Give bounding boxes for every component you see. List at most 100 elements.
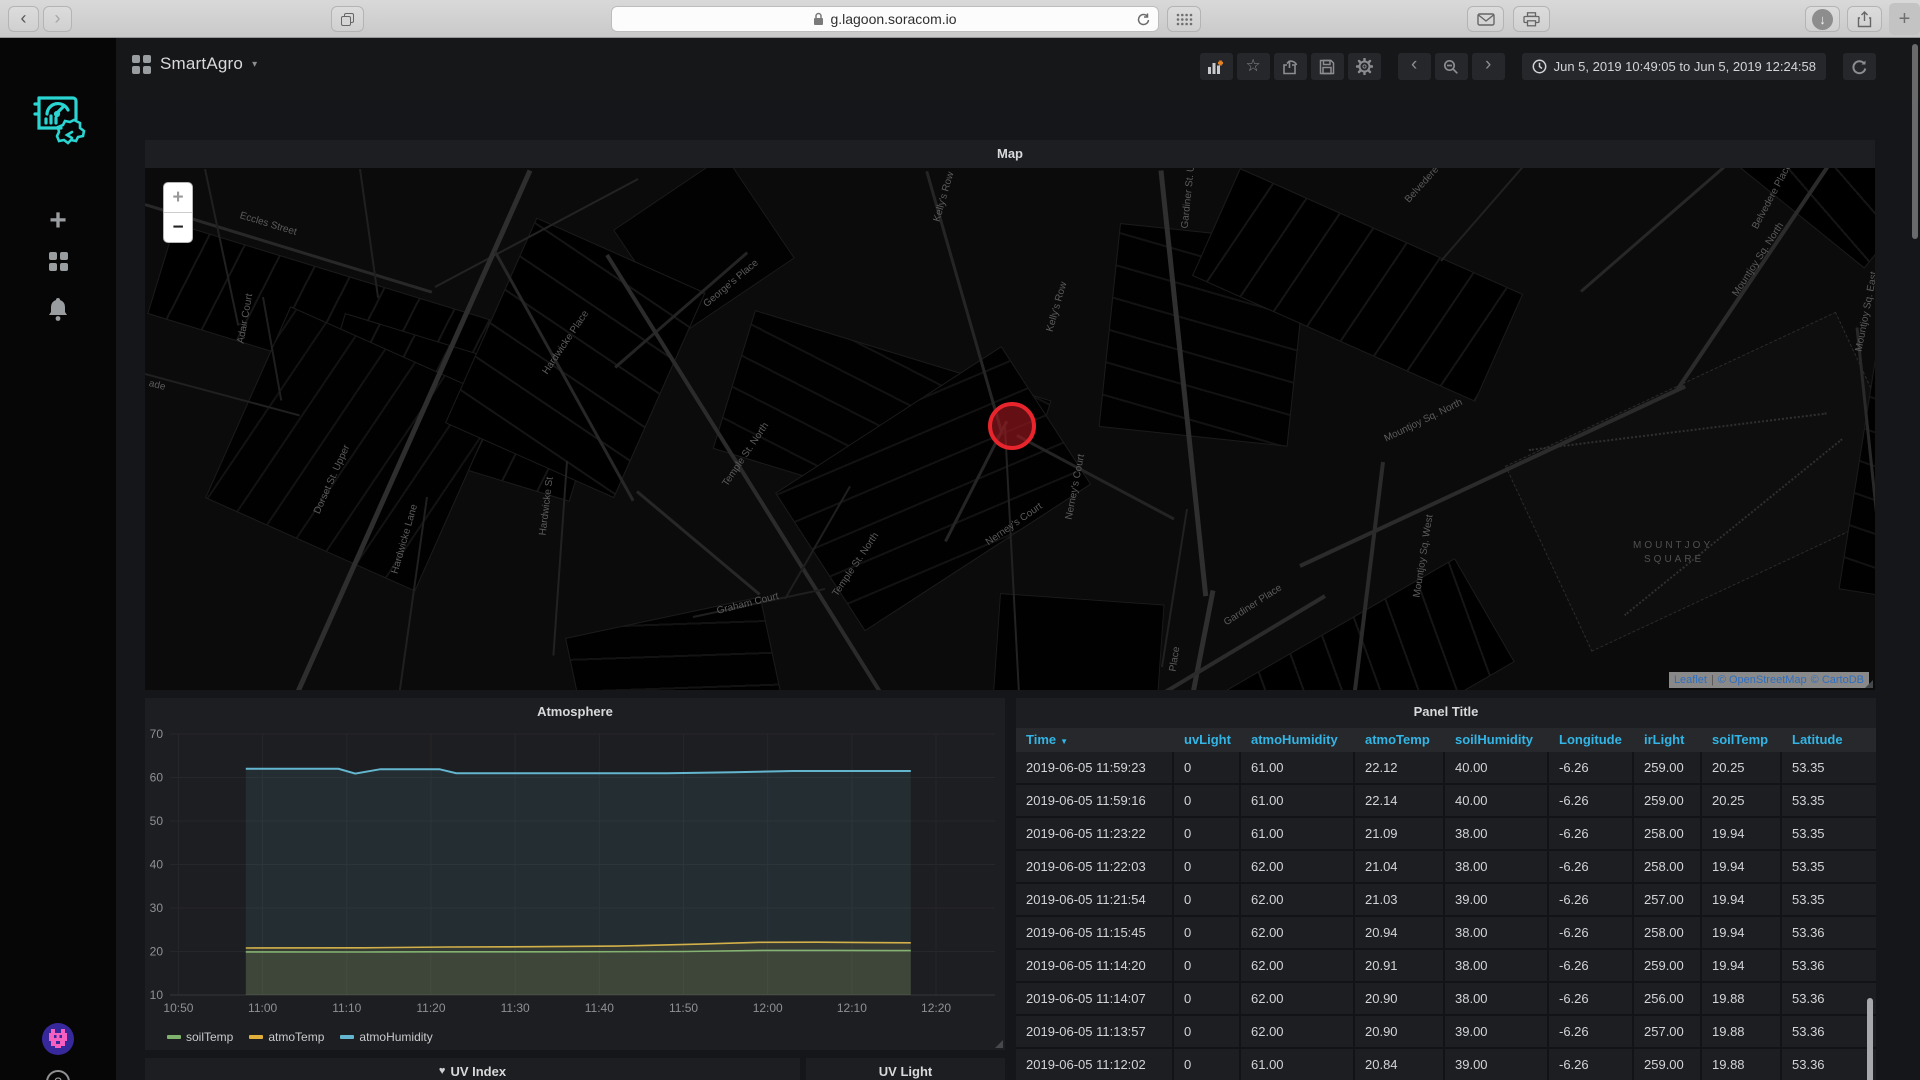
table-cell: 259.00 <box>1634 1049 1702 1080</box>
table-cell: 53.35 <box>1782 785 1876 818</box>
uv-light-panel-title[interactable]: UV Light <box>806 1058 1005 1080</box>
save-dashboard-button[interactable] <box>1311 53 1344 80</box>
street-label: Mountjoy Sq. East <box>1854 271 1875 353</box>
star-dashboard-button[interactable]: ☆ <box>1237 53 1270 80</box>
table-cell: 19.88 <box>1702 983 1782 1016</box>
time-range-picker[interactable]: Jun 5, 2019 10:49:05 to Jun 5, 2019 12:2… <box>1522 53 1826 80</box>
share-dashboard-button[interactable] <box>1274 53 1307 80</box>
table-cell: 20.91 <box>1355 950 1445 983</box>
page-scrollbar[interactable] <box>1912 44 1918 239</box>
street-label: Gardiner St. Upper <box>1180 168 1200 229</box>
y-axis-tick: 40 <box>150 858 164 872</box>
dashboards-grid-icon <box>49 252 68 271</box>
dashboard-navbar: SmartAgro ▾ ☆ <box>116 38 1920 100</box>
column-header-atmoHumidity[interactable]: atmoHumidity <box>1241 728 1355 752</box>
uv-index-panel-title[interactable]: ♥ UV Index <box>145 1058 800 1080</box>
tab-overview-button[interactable] <box>331 6 364 32</box>
map-street <box>1440 168 1589 262</box>
panel-resize-handle[interactable] <box>995 1040 1003 1048</box>
mail-button[interactable] <box>1467 6 1504 32</box>
legend-item-atmoTemp[interactable]: atmoTemp <box>249 1030 324 1044</box>
uv-light-panel: UV Light <box>806 1058 1005 1080</box>
add-panel-button[interactable] <box>1200 53 1233 80</box>
table-cell: 2019-06-05 11:12:02 <box>1016 1049 1174 1080</box>
column-header-irLight[interactable]: irLight <box>1634 728 1702 752</box>
map-zoom-out-button[interactable]: − <box>164 213 192 243</box>
y-axis-tick: 20 <box>150 945 164 959</box>
user-avatar[interactable] <box>0 1022 116 1056</box>
map-zoom-in-button[interactable]: + <box>164 183 192 213</box>
table-cell: 0 <box>1174 950 1241 983</box>
table-cell: 0 <box>1174 1016 1241 1049</box>
help-button[interactable]: ? <box>0 1070 116 1080</box>
x-axis-tick: 11:20 <box>416 1001 445 1015</box>
time-back-button[interactable]: ‹ <box>1398 53 1431 80</box>
dashboard-title[interactable]: SmartAgro <box>160 54 243 74</box>
table-panel-title[interactable]: Panel Title <box>1016 698 1876 724</box>
zoom-out-time-button[interactable] <box>1435 53 1468 80</box>
table-cell: 19.94 <box>1702 818 1782 851</box>
tab-overview-icon <box>341 13 354 26</box>
sidebar-create-button[interactable]: + <box>0 204 116 238</box>
table-cell: 2019-06-05 11:21:54 <box>1016 884 1174 917</box>
table-scrollbar[interactable] <box>1867 998 1873 1080</box>
cartodb-link[interactable]: © CartoDB <box>1811 674 1864 686</box>
legend-item-soilTemp[interactable]: soilTemp <box>167 1030 233 1044</box>
legend-item-atmoHumidity[interactable]: atmoHumidity <box>340 1030 432 1044</box>
share-dashboard-icon <box>1282 59 1299 75</box>
favorites-grid-button[interactable] <box>1167 6 1201 32</box>
openstreetmap-link[interactable]: © OpenStreetMap <box>1718 674 1807 686</box>
device-location-marker[interactable] <box>988 402 1036 450</box>
column-header-atmoTemp[interactable]: atmoTemp <box>1355 728 1445 752</box>
column-header-Time[interactable]: Time▼ <box>1016 728 1174 752</box>
map-canvas[interactable]: Eccles StreetGeorge's PlaceAdair Courtad… <box>145 168 1875 690</box>
soracom-lagoon-logo[interactable] <box>0 84 116 150</box>
table-cell: 259.00 <box>1634 752 1702 785</box>
grid-dots-icon <box>1176 13 1193 26</box>
column-header-soilTemp[interactable]: soilTemp <box>1702 728 1782 752</box>
column-header-Latitude[interactable]: Latitude <box>1782 728 1876 752</box>
table-cell: -6.26 <box>1549 884 1634 917</box>
column-header-uvLight[interactable]: uvLight <box>1174 728 1241 752</box>
chevron-down-icon[interactable]: ▾ <box>252 59 257 70</box>
leaflet-link[interactable]: Leaflet <box>1674 674 1707 686</box>
refresh-button[interactable] <box>1843 53 1876 80</box>
sidebar-alerting-button[interactable] <box>0 296 116 322</box>
table-cell: 20.25 <box>1702 752 1782 785</box>
table-cell: 2019-06-05 11:13:57 <box>1016 1016 1174 1049</box>
panel-resize-handle[interactable] <box>1865 680 1873 688</box>
share-button[interactable] <box>1847 6 1882 32</box>
lagoon-logo-icon <box>25 84 91 150</box>
reload-icon[interactable] <box>1136 12 1151 30</box>
table-cell: 38.00 <box>1445 818 1549 851</box>
table-cell: 62.00 <box>1241 851 1355 884</box>
table-cell: 258.00 <box>1634 818 1702 851</box>
browser-forward-button[interactable]: › <box>43 6 72 32</box>
y-axis-tick: 70 <box>150 727 164 741</box>
table-cell: 19.94 <box>1702 917 1782 950</box>
atmosphere-panel: Atmosphere 7060504030201010:5011:0011:10… <box>145 698 1005 1050</box>
y-axis-tick: 60 <box>150 771 164 785</box>
sidebar-dashboards-button[interactable] <box>0 252 116 271</box>
street-label: Mountjoy Sq. North <box>1730 221 1786 299</box>
x-axis-tick: 11:40 <box>585 1001 614 1015</box>
legend-label: atmoTemp <box>268 1030 324 1044</box>
map-panel-title[interactable]: Map <box>145 140 1875 166</box>
browser-back-button[interactable]: ‹ <box>8 6 39 32</box>
new-tab-button[interactable]: + <box>1889 3 1920 35</box>
downloads-button[interactable]: ↓ <box>1805 6 1840 32</box>
settings-button[interactable] <box>1348 53 1381 80</box>
star-icon: ☆ <box>1245 56 1260 76</box>
y-axis-tick: 10 <box>150 988 164 1002</box>
column-header-Longitude[interactable]: Longitude <box>1549 728 1634 752</box>
table-cell: 53.35 <box>1782 884 1876 917</box>
table-cell: 38.00 <box>1445 950 1549 983</box>
print-button[interactable] <box>1513 6 1550 32</box>
dashboard-picker-icon[interactable] <box>132 55 151 74</box>
time-forward-button[interactable]: › <box>1472 53 1505 80</box>
table-cell: 40.00 <box>1445 785 1549 818</box>
column-header-soilHumidity[interactable]: soilHumidity <box>1445 728 1549 752</box>
url-field[interactable]: g.lagoon.soracom.io <box>611 6 1159 32</box>
table-cell: 258.00 <box>1634 851 1702 884</box>
table-cell: 21.09 <box>1355 818 1445 851</box>
